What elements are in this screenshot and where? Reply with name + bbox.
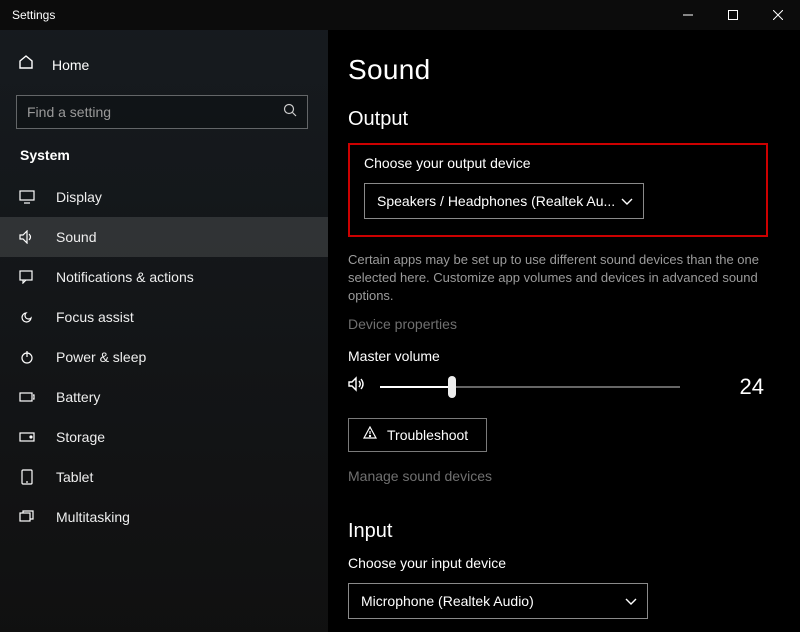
maximize-button[interactable] <box>710 0 755 30</box>
input-device-dropdown[interactable]: Microphone (Realtek Audio) <box>348 583 648 619</box>
sidebar-item-tablet[interactable]: Tablet <box>0 457 328 497</box>
chevron-down-icon <box>625 593 637 609</box>
sidebar: Home System Display <box>0 30 328 632</box>
input-device-selected: Microphone (Realtek Audio) <box>361 593 534 609</box>
output-device-highlight: Choose your output device Speakers / Hea… <box>348 143 768 237</box>
maximize-icon <box>728 10 738 20</box>
sidebar-item-label: Display <box>56 189 324 205</box>
page-title: Sound <box>348 54 768 86</box>
close-button[interactable] <box>755 0 800 30</box>
search-box[interactable] <box>16 95 308 129</box>
window-body: Home System Display <box>0 30 800 632</box>
output-device-selected: Speakers / Headphones (Realtek Au... <box>377 193 615 209</box>
close-icon <box>773 10 783 20</box>
minimize-icon <box>683 10 693 20</box>
volume-slider[interactable] <box>380 375 680 399</box>
window-controls <box>665 0 800 30</box>
home-label: Home <box>52 57 89 73</box>
notifications-icon <box>18 270 36 284</box>
sidebar-item-label: Power & sleep <box>56 349 324 365</box>
home-icon <box>18 54 34 75</box>
sidebar-item-notifications[interactable]: Notifications & actions <box>0 257 328 297</box>
sidebar-inner: Home System <box>0 46 328 163</box>
chevron-down-icon <box>621 193 633 209</box>
sidebar-item-storage[interactable]: Storage <box>0 417 328 457</box>
settings-window: Settings Home <box>0 0 800 632</box>
sidebar-item-label: Battery <box>56 389 324 405</box>
storage-icon <box>18 432 36 442</box>
input-heading: Input <box>348 520 768 543</box>
system-heading: System <box>20 147 308 163</box>
sidebar-item-label: Tablet <box>56 469 324 485</box>
volume-value: 24 <box>740 374 768 400</box>
sidebar-item-label: Multitasking <box>56 509 324 525</box>
sidebar-item-focus-assist[interactable]: Focus assist <box>0 297 328 337</box>
sound-icon <box>18 230 36 244</box>
sidebar-nav: Display Sound Notifications & actions <box>0 177 328 537</box>
sidebar-item-battery[interactable]: Battery <box>0 377 328 417</box>
tablet-icon <box>18 469 36 485</box>
troubleshoot-button[interactable]: Troubleshoot <box>348 418 487 452</box>
search-icon <box>283 103 297 122</box>
device-properties-link[interactable]: Device properties <box>348 316 768 332</box>
multitasking-icon <box>18 510 36 524</box>
sidebar-item-label: Notifications & actions <box>56 269 324 285</box>
sidebar-item-sound[interactable]: Sound <box>0 217 328 257</box>
slider-thumb[interactable] <box>448 376 456 398</box>
output-heading: Output <box>348 108 768 131</box>
input-section: Input Choose your input device Microphon… <box>348 520 768 619</box>
output-device-dropdown[interactable]: Speakers / Headphones (Realtek Au... <box>364 183 644 219</box>
minimize-button[interactable] <box>665 0 710 30</box>
display-icon <box>18 190 36 204</box>
power-icon <box>18 350 36 364</box>
slider-fill <box>380 386 452 388</box>
focus-assist-icon <box>18 309 36 325</box>
titlebar: Settings <box>0 0 800 30</box>
battery-icon <box>18 392 36 402</box>
output-helper-text: Certain apps may be set up to use differ… <box>348 251 768 306</box>
volume-icon[interactable] <box>348 376 366 397</box>
home-button[interactable]: Home <box>12 46 312 83</box>
search-input[interactable] <box>27 104 283 120</box>
master-volume-label: Master volume <box>348 348 768 364</box>
window-title: Settings <box>12 8 55 22</box>
troubleshoot-label: Troubleshoot <box>387 427 468 443</box>
sidebar-item-label: Sound <box>56 229 324 245</box>
main-panel: Sound Output Choose your output device S… <box>328 30 800 632</box>
sidebar-item-power-sleep[interactable]: Power & sleep <box>0 337 328 377</box>
sidebar-item-multitasking[interactable]: Multitasking <box>0 497 328 537</box>
sidebar-item-label: Storage <box>56 429 324 445</box>
warning-icon <box>363 426 377 443</box>
output-device-label: Choose your output device <box>364 155 752 171</box>
volume-row: 24 <box>348 374 768 400</box>
manage-sound-devices-link[interactable]: Manage sound devices <box>348 468 768 484</box>
input-device-label: Choose your input device <box>348 555 768 571</box>
sidebar-item-label: Focus assist <box>56 309 324 325</box>
sidebar-item-display[interactable]: Display <box>0 177 328 217</box>
